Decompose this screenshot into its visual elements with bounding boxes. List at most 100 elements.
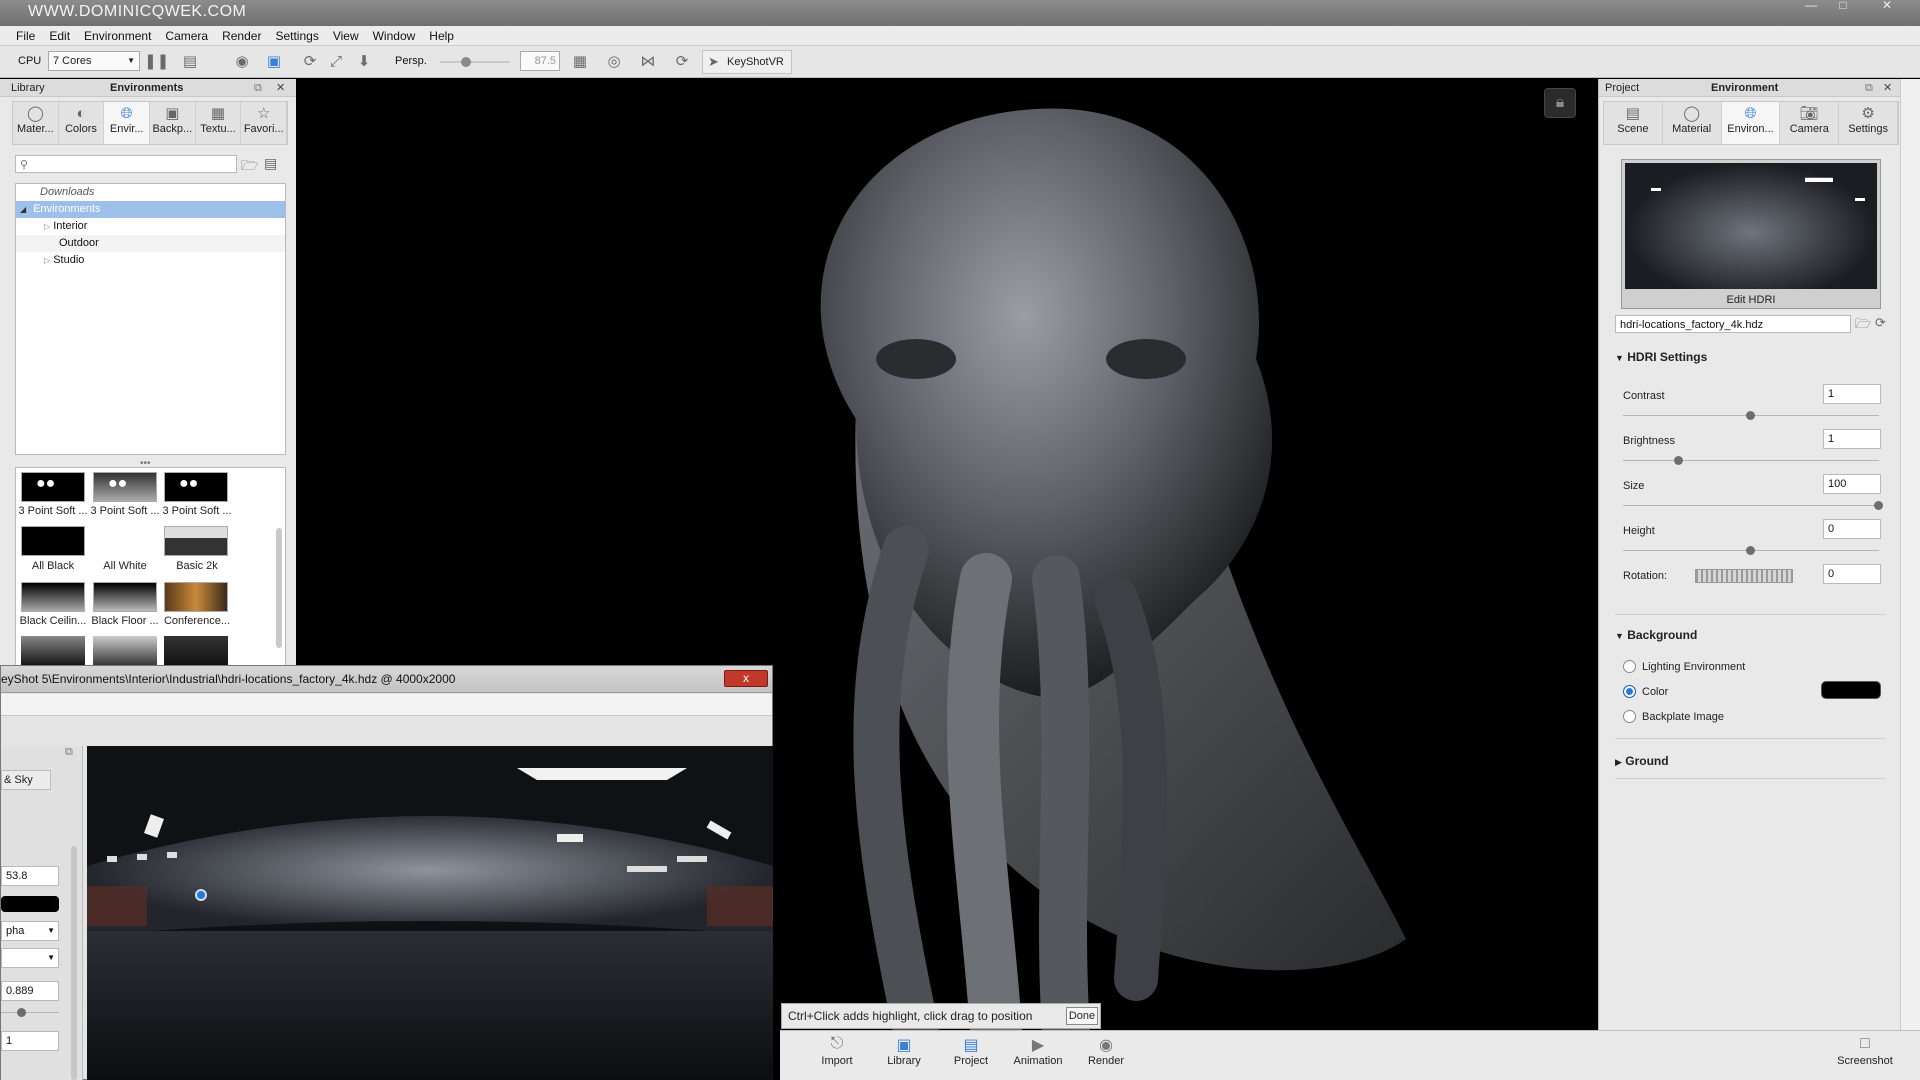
undock-icon[interactable]: ⧉ <box>254 79 262 97</box>
thumbnail[interactable] <box>164 636 228 666</box>
tab-camera[interactable]: 📷︎ Camera <box>1780 102 1840 144</box>
rotation-dial[interactable] <box>1695 569 1793 583</box>
menu-help[interactable]: Help <box>422 26 461 46</box>
size-slider[interactable] <box>1623 505 1879 506</box>
tab-materials[interactable]: ◯ Mater... <box>13 102 59 144</box>
library-search-input[interactable]: ⚲ <box>15 155 237 173</box>
tab-environment[interactable]: 🌐︎ Environ... <box>1721 102 1781 144</box>
menu-environment[interactable]: Environment <box>77 26 158 46</box>
hdri-slider-knob[interactable] <box>17 1008 26 1017</box>
menu-file[interactable]: File <box>0 26 42 46</box>
height-slider-knob[interactable] <box>1746 546 1755 555</box>
hdri-color-swatch[interactable] <box>1 896 59 912</box>
fov-field[interactable]: 87.5 <box>520 51 560 71</box>
tab-scene[interactable]: ▤ Scene <box>1604 102 1663 144</box>
hdri-blend-select[interactable]: pha ▼ <box>1 921 59 941</box>
reset-icon[interactable]: ⟳ <box>300 52 320 72</box>
cores-select[interactable]: 7 Cores ▼ <box>48 51 140 71</box>
sync-icon[interactable]: ⟳ <box>672 52 692 72</box>
hdri-settings-header[interactable]: ▼ HDRI Settings <box>1615 350 1707 364</box>
thumbnail[interactable] <box>21 636 85 666</box>
thumbnail[interactable] <box>93 582 157 612</box>
hdri-slider[interactable] <box>1 1012 59 1013</box>
menu-render[interactable]: Render <box>215 26 268 46</box>
tab-sun-sky[interactable]: & Sky <box>1 770 51 790</box>
close-button[interactable]: x <box>724 670 768 687</box>
radio-backplate-image[interactable] <box>1623 710 1636 723</box>
brightness-slider[interactable] <box>1623 460 1879 461</box>
rotation-field[interactable]: 0 <box>1823 564 1881 584</box>
tab-material[interactable]: ◯ Material <box>1662 102 1722 144</box>
tab-backplates[interactable]: ▣ Backp... <box>150 102 196 144</box>
close-panel-icon[interactable]: ✕ <box>276 79 285 97</box>
contrast-field[interactable]: 1 <box>1823 384 1881 404</box>
thumbnail[interactable]: ●● <box>93 472 157 502</box>
fit-icon[interactable]: ⤢ <box>326 52 346 72</box>
highlight-pin[interactable] <box>195 889 207 901</box>
thumbnail[interactable]: ●● <box>21 472 85 502</box>
close-icon[interactable]: ✕ <box>1876 0 1898 12</box>
tree-studio[interactable]: ▷ Studio <box>16 252 285 269</box>
hdri-mode-select[interactable]: ▼ <box>1 948 59 968</box>
folder-open-icon[interactable]: 🗁︎ <box>1855 315 1871 337</box>
tab-favorites[interactable]: ☆ Favori... <box>241 102 288 144</box>
folder-open-icon[interactable]: 🗁︎ <box>241 155 258 179</box>
screenshot-icon[interactable]: ◉ <box>232 52 252 72</box>
brightness-slider-knob[interactable] <box>1674 456 1684 465</box>
dock-library[interactable]: ▣ Library <box>872 1035 936 1067</box>
thumbnail[interactable]: ●● <box>164 472 228 502</box>
tab-settings[interactable]: ⚙ Settings <box>1839 102 1898 144</box>
thumbnail[interactable] <box>21 526 85 556</box>
hdri-panorama[interactable] <box>87 746 773 1080</box>
hdri-preview-card[interactable]: ▬ ▬▬ ▬ Edit HDRI <box>1621 159 1881 309</box>
tab-textures[interactable]: ▦ Textu... <box>195 102 242 144</box>
tree-environments[interactable]: ◢ Environments <box>16 201 285 218</box>
size-field[interactable]: 100 <box>1823 474 1881 494</box>
radio-color[interactable] <box>1623 685 1636 698</box>
tab-colors[interactable]: ◐ Colors <box>58 102 105 144</box>
tree-downloads[interactable]: Downloads <box>16 184 285 201</box>
menu-view[interactable]: View <box>326 26 366 46</box>
folder-list-icon[interactable]: ▤ <box>264 155 277 172</box>
tab-environments[interactable]: 🌐︎ Envir... <box>104 102 151 144</box>
hdri-value-field-2[interactable]: 0.889 <box>1 981 59 1001</box>
pause-icon[interactable]: ❚❚ <box>144 52 169 72</box>
undock-icon[interactable]: ⧉ <box>65 746 73 759</box>
undock-icon[interactable]: ⧉ <box>1865 79 1873 97</box>
hdri-value-field-3[interactable]: 1 <box>1 1031 59 1051</box>
dock-project[interactable]: ▤ Project <box>939 1035 1003 1067</box>
refresh-icon[interactable]: ⟳ <box>1875 315 1886 331</box>
thumbnail[interactable] <box>93 526 157 556</box>
minimize-icon[interactable]: — <box>1800 0 1822 12</box>
lock-camera-icon[interactable]: ▣ <box>264 52 284 72</box>
fov-slider[interactable] <box>440 61 510 63</box>
tree-interior[interactable]: ▷ Interior <box>16 218 285 235</box>
contrast-slider-knob[interactable] <box>1746 411 1755 420</box>
close-panel-icon[interactable]: ✕ <box>1883 79 1892 97</box>
hdri-value-field[interactable]: 53.8 <box>1 866 59 886</box>
keyshotvr-button[interactable]: ➤ KeyShotVR <box>702 50 792 74</box>
thumbnail[interactable] <box>164 526 228 556</box>
hdri-file-field[interactable]: hdri-locations_factory_4k.hdz <box>1615 315 1851 333</box>
dock-render[interactable]: ◉ Render <box>1074 1035 1138 1067</box>
dock-import[interactable]: ⎋ Import <box>805 1035 869 1067</box>
background-color-swatch[interactable] <box>1821 681 1881 699</box>
hdri-editor-titlebar[interactable]: eyShot 5\Environments\Interior\Industria… <box>1 666 772 693</box>
drop-icon[interactable]: ⬇ <box>354 52 374 72</box>
menu-window[interactable]: Window <box>366 26 423 46</box>
thumbnail[interactable] <box>93 636 157 666</box>
scrollbar[interactable] <box>71 846 77 1080</box>
background-header[interactable]: ▼ Background <box>1615 628 1697 642</box>
scrollbar[interactable] <box>276 528 282 648</box>
menu-camera[interactable]: Camera <box>158 26 215 46</box>
thumbnail[interactable] <box>164 582 228 612</box>
menu-edit[interactable]: Edit <box>42 26 77 46</box>
dock-animation[interactable]: ▶ Animation <box>1006 1035 1070 1067</box>
done-button[interactable]: Done <box>1066 1007 1098 1025</box>
symmetry-icon[interactable]: ⋈ <box>638 52 658 72</box>
region-render-icon[interactable]: ▤ <box>180 52 200 72</box>
height-field[interactable]: 0 <box>1823 519 1881 539</box>
tree-outdoor[interactable]: Outdoor <box>16 235 285 252</box>
fov-slider-knob[interactable] <box>461 57 471 67</box>
thumbnail[interactable] <box>21 582 85 612</box>
